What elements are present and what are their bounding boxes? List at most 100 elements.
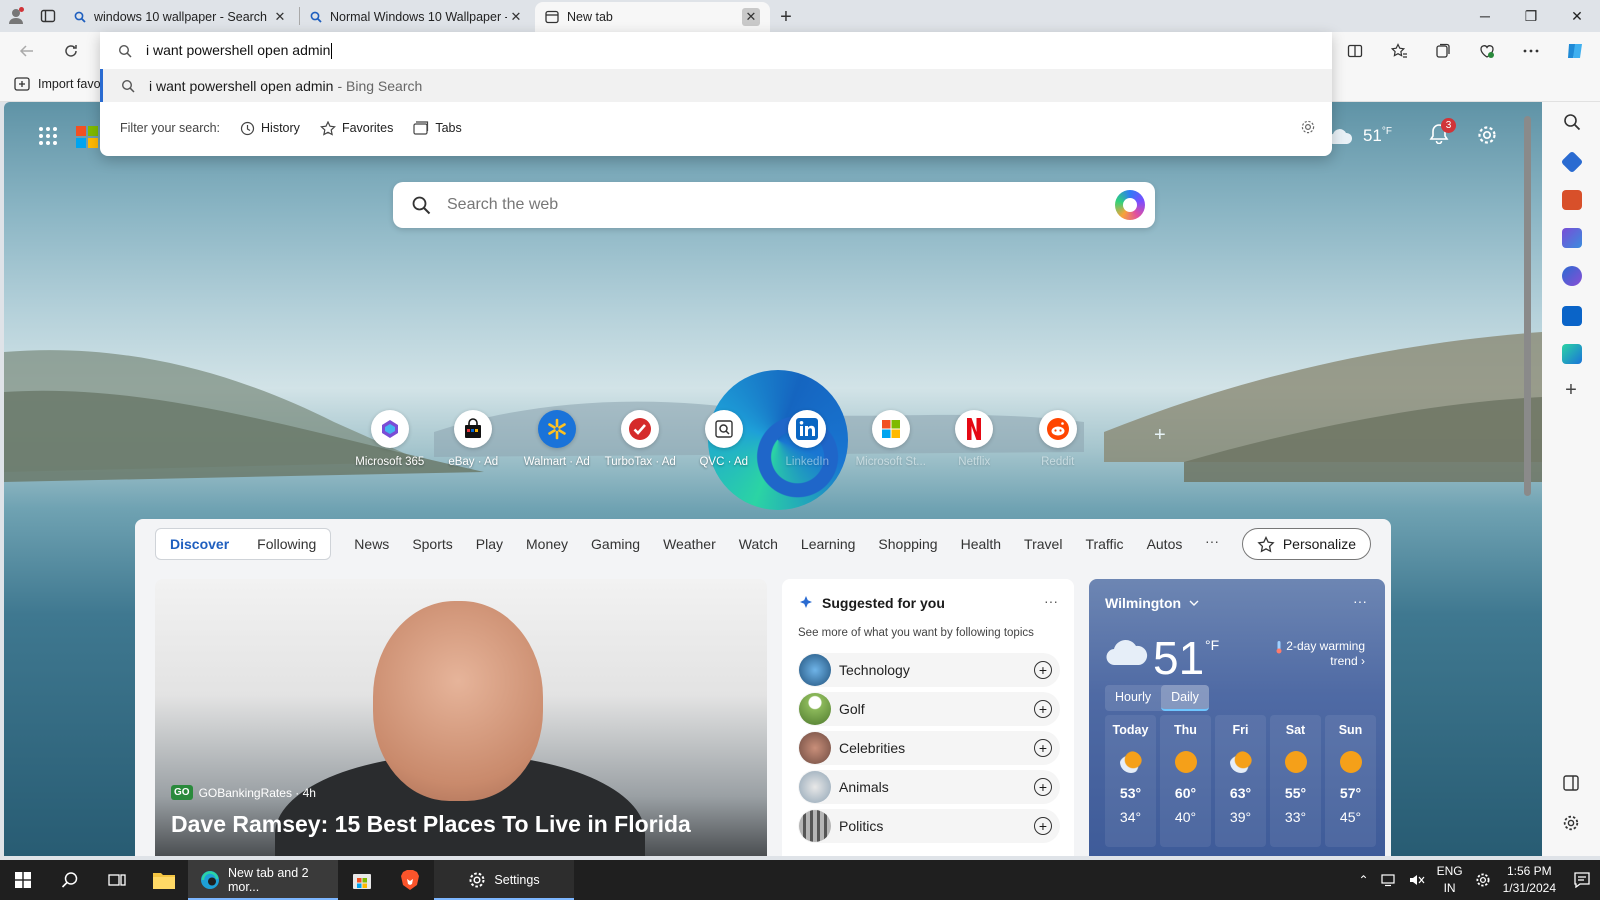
nav-traffic[interactable]: Traffic (1085, 536, 1123, 552)
refresh-button[interactable] (56, 37, 86, 65)
tab-discover[interactable]: Discover (156, 536, 243, 552)
close-window-button[interactable]: ✕ (1554, 0, 1600, 32)
forecast-day[interactable]: Fri 63° 39° (1215, 715, 1266, 847)
hero-article-card[interactable]: GO GOBankingRates · 4h Dave Ramsey: 15 B… (155, 579, 767, 856)
quicklink-walmart[interactable]: Walmart · Ad (515, 410, 599, 468)
sidebar-search-icon[interactable] (1562, 112, 1582, 132)
web-search-box[interactable]: Search the web (393, 182, 1155, 228)
back-button[interactable] (12, 37, 42, 65)
topic-technology[interactable]: Technology + (798, 653, 1060, 687)
personalize-button[interactable]: Personalize (1241, 528, 1371, 560)
follow-topic-button[interactable]: + (1034, 661, 1052, 679)
close-tab-button[interactable]: ✕ (507, 8, 525, 26)
forecast-day[interactable]: Thu 60° 40° (1160, 715, 1211, 847)
nav-gaming[interactable]: Gaming (591, 536, 640, 552)
profile-icon[interactable] (0, 0, 32, 32)
sidebar-office-icon[interactable] (1562, 266, 1582, 286)
weather-trend-link[interactable]: 2-day warming trend › (1255, 639, 1365, 669)
sidebar-games-icon[interactable] (1562, 228, 1582, 248)
app-launcher-icon[interactable] (38, 126, 58, 146)
quicklink-ebay[interactable]: eBay · Ad (432, 410, 516, 468)
filter-favorites-button[interactable]: Favorites (320, 120, 393, 136)
page-settings-button[interactable] (1476, 124, 1498, 146)
add-quicklink-button[interactable]: + (1154, 424, 1166, 447)
sidebar-outlook-icon[interactable] (1562, 306, 1582, 326)
filter-tabs-button[interactable]: Tabs (413, 121, 462, 135)
more-options-icon[interactable] (1512, 36, 1550, 66)
nav-learning[interactable]: Learning (801, 536, 856, 552)
close-tab-button[interactable]: ✕ (271, 8, 289, 26)
tab-normal-wallpaper[interactable]: Normal Windows 10 Wallpaper - ✕ (300, 2, 535, 32)
sidebar-hide-icon[interactable] (1562, 774, 1582, 794)
article-headline[interactable]: Dave Ramsey: 15 Best Places To Live in F… (171, 811, 691, 838)
scrollbar-thumb[interactable] (1524, 116, 1531, 496)
collections-icon[interactable] (1424, 36, 1462, 66)
network-icon[interactable] (1380, 873, 1397, 887)
quicklink-reddit[interactable]: Reddit (1016, 410, 1100, 468)
page-scrollbar[interactable] (1521, 102, 1535, 856)
nav-travel[interactable]: Travel (1024, 536, 1062, 552)
weather-more-button[interactable]: ··· (1353, 593, 1367, 609)
tray-settings-icon[interactable] (1475, 872, 1491, 888)
forecast-daily-tab[interactable]: Daily (1161, 685, 1209, 711)
task-view-button[interactable] (94, 860, 140, 900)
quicklink-turbotax[interactable]: TurboTax · Ad (599, 410, 683, 468)
follow-topic-button[interactable]: + (1034, 817, 1052, 835)
start-button[interactable] (0, 860, 46, 900)
forecast-hourly-tab[interactable]: Hourly (1105, 685, 1161, 711)
favorites-icon[interactable] (1380, 36, 1418, 66)
nav-news[interactable]: News (354, 536, 389, 552)
taskbar-settings[interactable]: Settings (434, 860, 574, 900)
copilot-icon[interactable] (1556, 36, 1594, 66)
taskbar-clock[interactable]: 1:56 PM 1/31/2024 (1503, 863, 1556, 897)
topic-animals[interactable]: Animals + (798, 770, 1060, 804)
volume-muted-icon[interactable] (1409, 873, 1425, 887)
forecast-day[interactable]: Sat 55° 33° (1270, 715, 1321, 847)
nav-weather[interactable]: Weather (663, 536, 716, 552)
tab-actions-icon[interactable] (32, 0, 64, 32)
forecast-day[interactable]: Today 53° 34° (1105, 715, 1156, 847)
follow-topic-button[interactable]: + (1034, 700, 1052, 718)
minimize-button[interactable]: ─ (1462, 0, 1508, 32)
sidebar-drop-icon[interactable] (1562, 344, 1582, 364)
tab-following[interactable]: Following (243, 536, 330, 552)
notifications-button[interactable]: 3 (1428, 118, 1456, 144)
close-tab-button[interactable]: ✕ (742, 8, 760, 26)
quicklink-linkedin[interactable]: LinkedIn (766, 410, 850, 468)
nav-watch[interactable]: Watch (739, 536, 778, 552)
filter-history-button[interactable]: History (240, 121, 300, 136)
new-tab-button[interactable]: + (770, 2, 802, 32)
input-language[interactable]: ENG IN (1437, 863, 1463, 897)
maximize-button[interactable]: ❐ (1508, 0, 1554, 32)
follow-topic-button[interactable]: + (1034, 778, 1052, 796)
import-favorites-button[interactable]: Import favo (14, 77, 101, 91)
sidebar-add-icon[interactable]: + (1561, 380, 1581, 400)
suggested-more-button[interactable]: ··· (1044, 593, 1058, 609)
taskbar-store[interactable] (338, 860, 386, 900)
quicklink-microsoft-store[interactable]: Microsoft St... (849, 410, 933, 468)
taskbar-search-button[interactable] (46, 860, 94, 900)
taskbar-edge[interactable]: New tab and 2 mor... (188, 860, 338, 900)
sidebar-tools-icon[interactable] (1562, 190, 1582, 210)
nav-play[interactable]: Play (476, 536, 503, 552)
topic-celebrities[interactable]: Celebrities + (798, 731, 1060, 765)
quicklink-netflix[interactable]: Netflix (933, 410, 1017, 468)
copilot-logo-icon[interactable] (1115, 190, 1145, 220)
quicklink-qvc[interactable]: QVC · Ad (682, 410, 766, 468)
follow-topic-button[interactable]: + (1034, 739, 1052, 757)
chevron-up-icon[interactable]: ⌃ (1359, 873, 1369, 887)
topic-politics[interactable]: Politics + (798, 809, 1060, 843)
nav-money[interactable]: Money (526, 536, 568, 552)
nav-autos[interactable]: Autos (1147, 536, 1183, 552)
sidebar-shopping-tag-icon[interactable] (1560, 150, 1584, 174)
split-screen-icon[interactable] (1336, 36, 1374, 66)
forecast-day[interactable]: Sun 57° 45° (1325, 715, 1376, 847)
suggestion-settings-icon[interactable] (1300, 119, 1316, 135)
topic-golf[interactable]: Golf + (798, 692, 1060, 726)
sidebar-settings-icon[interactable] (1562, 814, 1582, 834)
address-bar-input[interactable]: i want powershell open admin (100, 32, 1332, 69)
nav-shopping[interactable]: Shopping (878, 536, 937, 552)
taskbar-file-explorer[interactable] (140, 860, 188, 900)
nav-sports[interactable]: Sports (412, 536, 452, 552)
browser-essentials-icon[interactable] (1468, 36, 1506, 66)
